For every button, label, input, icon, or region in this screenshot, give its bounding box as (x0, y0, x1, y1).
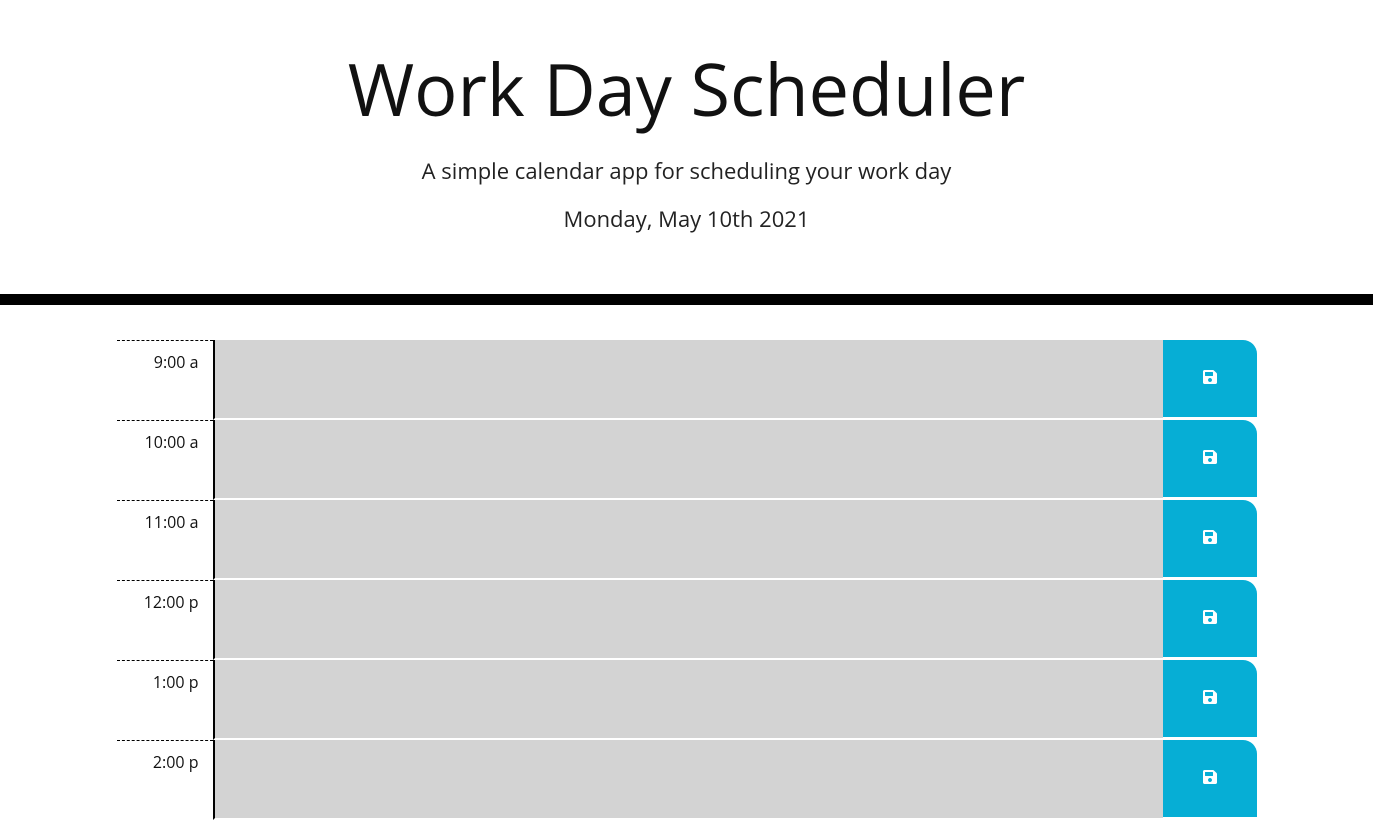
time-block: 1:00 p (117, 660, 1257, 740)
save-icon (1202, 449, 1218, 468)
save-button[interactable] (1163, 740, 1257, 820)
save-button[interactable] (1163, 500, 1257, 580)
event-input[interactable] (213, 420, 1163, 500)
save-icon (1202, 769, 1218, 788)
time-block: 9:00 a (117, 340, 1257, 420)
save-icon (1202, 689, 1218, 708)
hour-label: 2:00 p (117, 740, 213, 820)
time-block: 10:00 a (117, 420, 1257, 500)
event-input[interactable] (213, 580, 1163, 660)
time-block: 2:00 p (117, 740, 1257, 820)
page-header: Work Day Scheduler A simple calendar app… (0, 0, 1373, 294)
hour-label: 1:00 p (117, 660, 213, 740)
save-icon (1202, 369, 1218, 388)
hour-label: 11:00 a (117, 500, 213, 580)
hour-label: 12:00 p (117, 580, 213, 660)
schedule-container: 9:00 a10:00 a11:00 a12:00 p1:00 p2:00 p (117, 305, 1257, 820)
save-icon (1202, 529, 1218, 548)
time-block: 11:00 a (117, 500, 1257, 580)
event-input[interactable] (213, 500, 1163, 580)
page-subtitle: A simple calendar app for scheduling you… (20, 156, 1353, 186)
current-day: Monday, May 10th 2021 (20, 204, 1353, 234)
event-input[interactable] (213, 740, 1163, 820)
page-title: Work Day Scheduler (20, 40, 1353, 138)
event-input[interactable] (213, 660, 1163, 740)
save-button[interactable] (1163, 420, 1257, 500)
save-button[interactable] (1163, 340, 1257, 420)
save-icon (1202, 609, 1218, 628)
save-button[interactable] (1163, 580, 1257, 660)
hour-label: 10:00 a (117, 420, 213, 500)
time-block: 12:00 p (117, 580, 1257, 660)
save-button[interactable] (1163, 660, 1257, 740)
event-input[interactable] (213, 340, 1163, 420)
header-divider (0, 294, 1373, 305)
hour-label: 9:00 a (117, 340, 213, 420)
